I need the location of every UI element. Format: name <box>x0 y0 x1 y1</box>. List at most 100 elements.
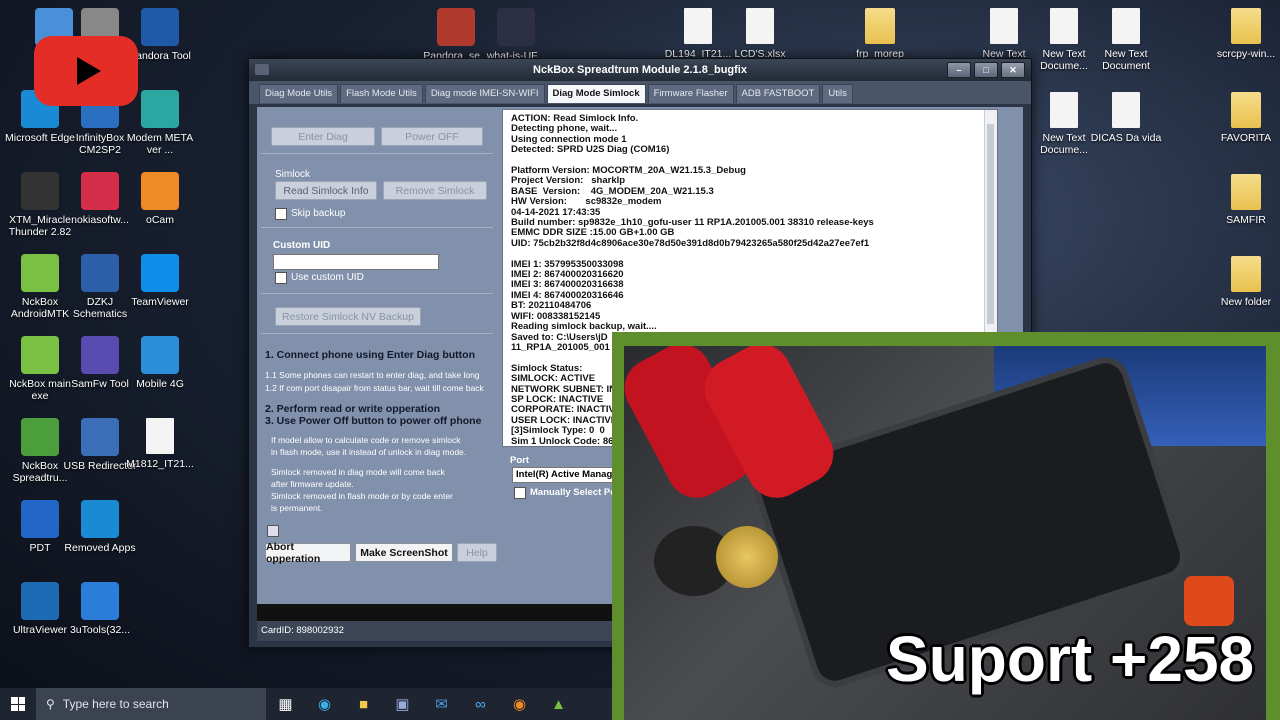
window-titlebar[interactable]: NckBox Spreadtrum Module 2.1.8_bugfix – … <box>249 59 1031 81</box>
xtm-miracle-thunder-2-82-icon <box>21 172 59 210</box>
frp-morep-icon <box>865 8 895 44</box>
desktop-icon-new-text-document[interactable]: New Text Document <box>1088 8 1164 72</box>
port-label: Port <box>510 455 529 466</box>
tab-utils[interactable]: Utils <box>822 84 853 103</box>
camera-footage: Suport +258 <box>624 346 1266 720</box>
desktop-icon-label: Removed Apps <box>64 542 136 554</box>
new-text-docume-icon <box>1050 92 1078 128</box>
screenshot-button[interactable]: Make ScreenShot <box>355 543 453 562</box>
new-text-icon <box>990 8 1018 44</box>
ocam-icon <box>141 172 179 210</box>
tab-diag-mode-simlock[interactable]: Diag Mode Simlock <box>546 84 646 103</box>
edge-icon[interactable]: ◉ <box>305 688 344 720</box>
skip-backup-checkbox[interactable] <box>275 208 287 220</box>
custom-uid-input[interactable] <box>273 254 439 270</box>
modem-meta-ver-icon <box>141 90 179 128</box>
window-menu-icon[interactable] <box>255 64 269 75</box>
desktop-icon-3utools-32[interactable]: 3uTools(32... <box>62 582 138 636</box>
3utools-32-icon <box>81 582 119 620</box>
instruction-paragraph: after firmware update. <box>271 479 354 489</box>
use-custom-uid-checkbox[interactable] <box>275 272 287 284</box>
m1812-it21-icon <box>146 418 174 454</box>
store-icon[interactable]: ▣ <box>383 688 422 720</box>
log-line: Detected: SPRD U2S Diag (COM16) <box>511 144 670 156</box>
play-icon <box>77 57 101 85</box>
disabled-checkbox[interactable] <box>267 525 279 537</box>
instruction-paragraph: If model allow to calculate code or remo… <box>271 435 461 445</box>
desktop-icon-what-is-uf[interactable]: what-is-UF... <box>478 8 554 62</box>
instruction-note-1: 1.1 Some phones can restart to enter dia… <box>265 370 480 380</box>
abort-button[interactable]: Abort opperation <box>265 541 351 565</box>
desktop-icon-label: New folder <box>1220 296 1272 308</box>
restore-backup-button[interactable]: Restore Simlock NV Backup <box>275 307 421 326</box>
search-icon: ⚲ <box>46 697 55 711</box>
taskbar-search[interactable]: ⚲ Type here to search <box>36 688 266 720</box>
desktop-icon-removed-apps[interactable]: Removed Apps <box>62 500 138 554</box>
nckbox-icon[interactable]: ▲ <box>539 688 578 720</box>
separator <box>261 227 493 228</box>
window-title: NckBox Spreadtrum Module 2.1.8_bugfix <box>533 64 747 76</box>
desktop-icon-teamviewer[interactable]: TeamViewer <box>122 254 198 308</box>
scrollbar-thumb[interactable] <box>987 124 994 324</box>
enter-diag-button[interactable]: Enter Diag <box>271 127 375 146</box>
start-button[interactable] <box>0 688 36 720</box>
minimize-button[interactable]: – <box>947 62 971 78</box>
tab-firmware-flasher[interactable]: Firmware Flasher <box>647 84 734 103</box>
port-group: Port Intel(R) Active Management Manually… <box>502 453 629 513</box>
usb-redirector-icon <box>81 418 119 456</box>
tab-adb-fastboot[interactable]: ADB FASTBOOT <box>735 84 821 103</box>
pdt-icon <box>21 500 59 538</box>
mobile-4g-icon <box>141 336 179 374</box>
desktop-icon-ocam[interactable]: oCam <box>122 172 198 226</box>
desktop-icon-dicas-da-vida[interactable]: DICAS Da vida <box>1088 92 1164 144</box>
youtube-logo <box>34 36 138 106</box>
desktop-icon-scrcpy-win[interactable]: scrcpy-win... <box>1208 8 1280 60</box>
desktop-icon-label: New Text Document <box>1102 48 1150 72</box>
read-simlock-button[interactable]: Read Simlock Info <box>275 181 377 200</box>
dzkj-schematics-icon <box>81 254 119 292</box>
instruction-paragraph: in flash mode, use it instead of unlock … <box>271 447 467 457</box>
tab-flash-mode-utils[interactable]: Flash Mode Utils <box>340 84 423 103</box>
windows-icon <box>11 697 25 711</box>
manual-select-checkbox[interactable] <box>514 487 526 499</box>
desktop-icon-samfir[interactable]: SAMFIR <box>1208 174 1280 226</box>
separator <box>261 153 493 154</box>
tab-diag-mode-imei-sn-wifi[interactable]: Diag mode IMEI-SN-WIFI <box>424 84 545 103</box>
pdt-icon[interactable]: ∞ <box>461 688 500 720</box>
search-placeholder: Type here to search <box>62 697 169 711</box>
desktop-icon-label: DICAS Da vida <box>1090 132 1162 144</box>
desktop-icon-label: Modem META ver ... <box>126 132 194 156</box>
instruction-paragraph: Simlock removed in diag mode will come b… <box>271 467 445 477</box>
tab-diag-mode-utils[interactable]: Diag Mode Utils <box>259 84 339 103</box>
power-off-button[interactable]: Power OFF <box>381 127 483 146</box>
mail-icon[interactable]: ✉ <box>422 688 461 720</box>
use-custom-uid-label: Use custom UID <box>291 272 364 283</box>
desktop-icon-new-folder[interactable]: New folder <box>1208 256 1280 308</box>
simlock-label: Simlock <box>275 169 311 180</box>
file-explorer-icon[interactable]: ■ <box>344 688 383 720</box>
log-line: Reading simlock backup, wait.... <box>511 321 657 333</box>
separator <box>261 333 493 334</box>
desktop-icon-label: scrcpy-win... <box>1216 48 1276 60</box>
desktop-icon-favorita[interactable]: FAVORITA <box>1208 92 1280 144</box>
desktop-icon-frp-morep[interactable]: frp_morep <box>842 8 918 60</box>
desktop-icon-mobile-4g[interactable]: Mobile 4G <box>122 336 198 390</box>
help-button[interactable]: Help <box>457 543 497 562</box>
left-panel: Enter Diag Power OFF Simlock Read Simloc… <box>257 107 499 621</box>
instruction-step-3: 3. Use Power Off button to power off pho… <box>265 415 482 427</box>
remove-simlock-button[interactable]: Remove Simlock <box>383 181 487 200</box>
ocam-icon[interactable]: ◉ <box>500 688 539 720</box>
red-knob-image <box>1184 576 1234 626</box>
desktop-icon-m1812-it21[interactable]: M1812_IT21... <box>122 418 198 470</box>
maximize-button[interactable]: □ <box>974 62 998 78</box>
task-view-icon[interactable]: ▦ <box>266 688 305 720</box>
ultraviewer-icon <box>21 582 59 620</box>
samfir-icon <box>1231 174 1261 210</box>
desktop-icon-label: 3uTools(32... <box>69 624 131 636</box>
instruction-step-2: 2. Perform read or write opperation <box>265 403 441 415</box>
log-line: UID: 75cb2b32f8d4c8906ace30e78d50e391d8d… <box>511 237 870 249</box>
close-button[interactable]: ✕ <box>1001 62 1025 78</box>
new-text-docume-icon <box>1050 8 1078 44</box>
desktop-icon-lcd-s-xlsx[interactable]: LCD'S.xlsx <box>722 8 798 60</box>
desktop-icon-label: TeamViewer <box>131 296 189 308</box>
